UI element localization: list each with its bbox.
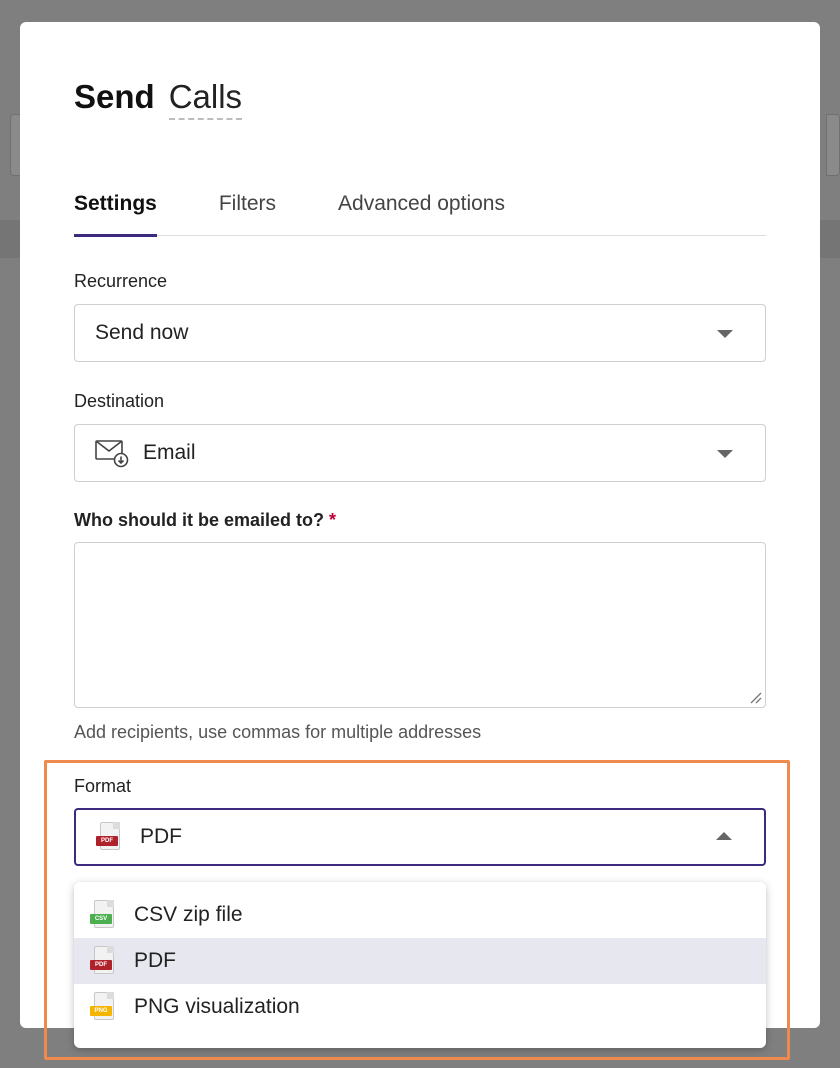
destination-label: Destination — [74, 391, 165, 411]
recipients-label: Who should it be emailed to? * — [74, 510, 336, 531]
chevron-up-icon — [716, 832, 732, 840]
format-value: PDF — [140, 825, 182, 848]
required-marker: * — [329, 510, 337, 530]
png-file-icon: PNG — [90, 992, 116, 1022]
dialog-title: Send Calls — [74, 78, 243, 120]
pdf-file-icon: PDF — [96, 822, 122, 852]
recurrence-label: Recurrence — [74, 271, 168, 291]
resize-handle-icon[interactable] — [748, 690, 762, 704]
destination-value: Email — [143, 441, 196, 464]
tab-settings[interactable]: Settings — [74, 192, 157, 237]
recurrence-value: Send now — [95, 321, 189, 344]
chevron-down-icon — [717, 330, 733, 338]
format-dropdown-menu: CSV CSV zip file PDF PDF PNG PNG visuali… — [74, 882, 766, 1048]
chevron-down-icon — [717, 450, 733, 458]
dialog-title-editable-name[interactable]: Calls — [168, 78, 243, 120]
email-icon — [95, 438, 129, 468]
format-option-csv[interactable]: CSV CSV zip file — [74, 892, 766, 938]
destination-select[interactable]: Email — [74, 424, 766, 482]
format-option-pdf[interactable]: PDF PDF — [74, 938, 766, 984]
recipients-textarea[interactable] — [74, 542, 766, 708]
tab-filters[interactable]: Filters — [219, 192, 276, 236]
recurrence-select[interactable]: Send now — [74, 304, 766, 362]
csv-file-icon: CSV — [90, 900, 116, 930]
format-select[interactable]: PDF PDF — [74, 808, 766, 866]
recipients-label-text: Who should it be emailed to? — [74, 510, 324, 530]
background-input-fragment — [826, 114, 840, 176]
dialog-title-static: Send — [74, 78, 155, 115]
tab-bar: Settings Filters Advanced options — [74, 192, 766, 237]
send-dialog: Send Calls Settings Filters Advanced opt… — [20, 22, 820, 1048]
pdf-file-icon: PDF — [90, 946, 116, 976]
format-option-png[interactable]: PNG PNG visualization — [74, 984, 766, 1030]
format-label: Format — [74, 776, 132, 796]
tab-advanced-options[interactable]: Advanced options — [338, 192, 505, 236]
recipients-hint: Add recipients, use commas for multiple … — [74, 722, 482, 742]
